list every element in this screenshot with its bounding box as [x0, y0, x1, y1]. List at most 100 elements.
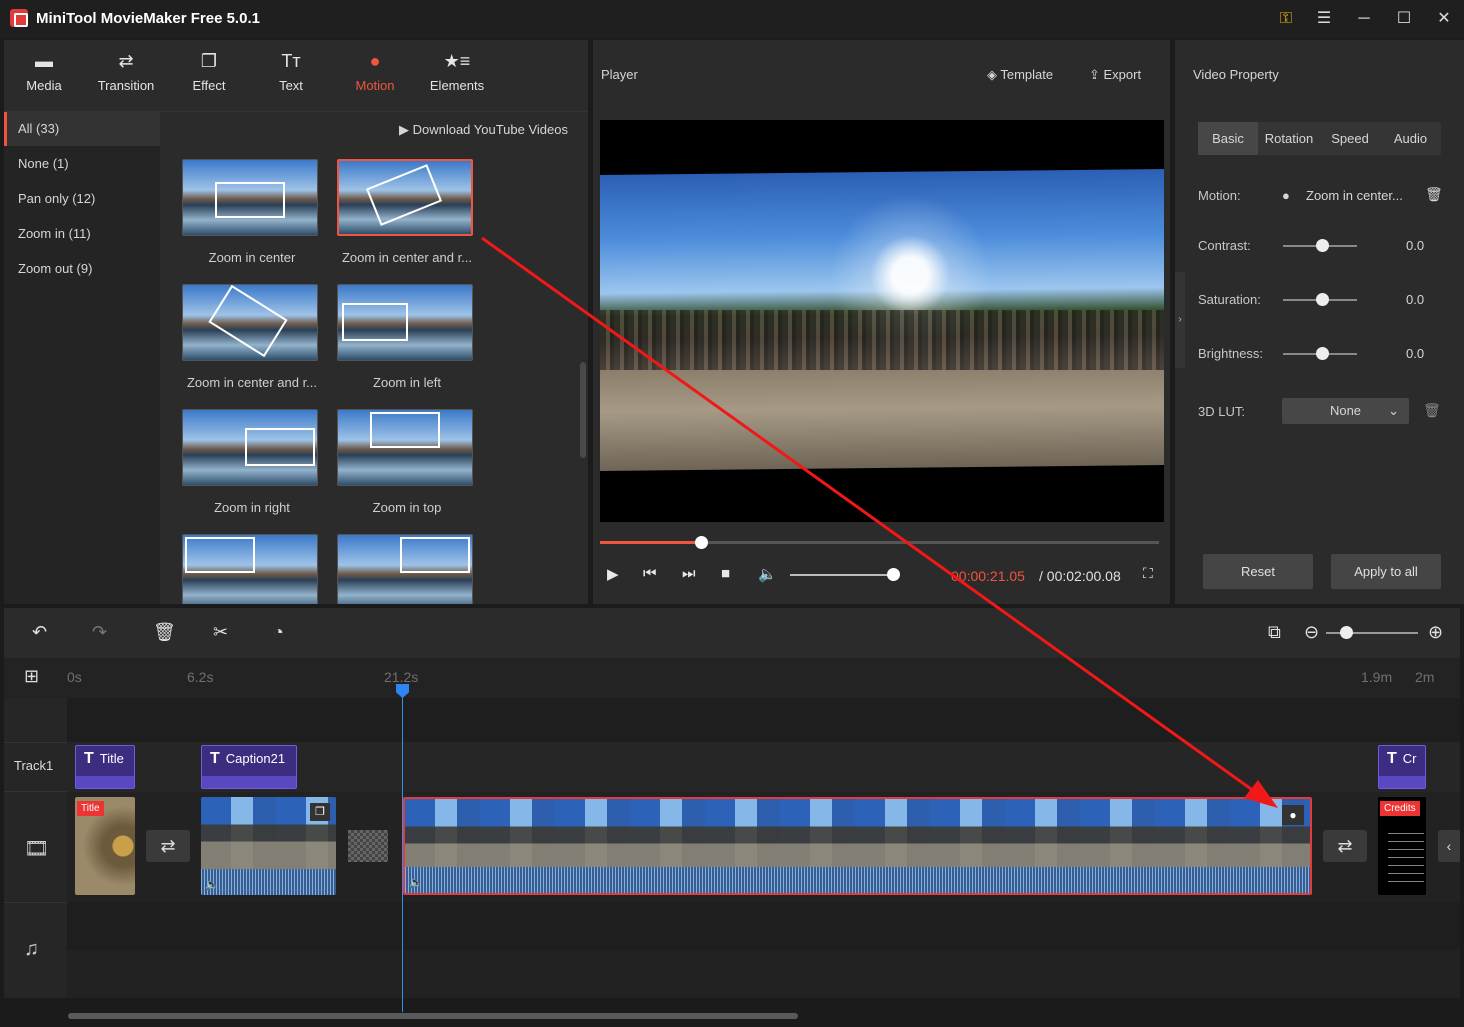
- video-clip-selected[interactable]: 🔈 ●: [403, 797, 1312, 895]
- text-icon: T: [1387, 750, 1397, 767]
- tab-audio[interactable]: Audio: [1380, 122, 1441, 155]
- stop-icon[interactable]: ■: [721, 565, 730, 582]
- transition-slot-2[interactable]: ⇄: [1323, 830, 1367, 862]
- motion-thumb-zoom-in-top[interactable]: Zoom in top: [337, 409, 477, 515]
- saturation-handle[interactable]: [1316, 293, 1329, 306]
- text-icon: T: [84, 750, 94, 767]
- close-icon[interactable]: ✕: [1432, 8, 1456, 30]
- layers-icon: ❐: [200, 51, 218, 71]
- menu-icon[interactable]: ☰: [1312, 8, 1336, 30]
- brightness-handle[interactable]: [1316, 347, 1329, 360]
- audio-waveform: [405, 867, 1310, 893]
- video-clip-credits[interactable]: Credits: [1378, 797, 1426, 895]
- zoom-in-icon[interactable]: ⊕: [1428, 622, 1443, 643]
- category-all[interactable]: All (33): [4, 112, 160, 146]
- download-youtube-link[interactable]: ▶ Download YouTube Videos: [399, 122, 568, 138]
- clip-motion-icon: ❐: [310, 803, 330, 821]
- contrast-handle[interactable]: [1316, 239, 1329, 252]
- fullscreen-icon[interactable]: ⛶: [1143, 565, 1153, 582]
- minimize-icon[interactable]: ─: [1352, 8, 1376, 30]
- tool-transition[interactable]: ⇄ Transition: [86, 50, 166, 93]
- motion-thumb-zoom-in-center-rotate-2[interactable]: Zoom in center and r...: [182, 284, 322, 390]
- motion-thumb-zoom-in-center[interactable]: Zoom in center: [182, 159, 322, 265]
- add-track-icon[interactable]: ⊞: [24, 666, 39, 687]
- tool-media[interactable]: ▬ Media: [4, 50, 84, 93]
- credits-badge: Credits: [1380, 801, 1420, 816]
- brightness-label: Brightness:: [1198, 346, 1264, 361]
- tab-basic[interactable]: Basic: [1198, 122, 1258, 155]
- app-logo-icon: [10, 9, 28, 27]
- volume-handle[interactable]: [887, 568, 900, 581]
- seek-handle[interactable]: [694, 536, 708, 549]
- timeline-ruler[interactable]: ⊞ 0s 6.2s 21.2s 1.9m 2m: [4, 658, 1460, 698]
- previous-frame-icon[interactable]: ⏮: [643, 565, 657, 582]
- ruler-tick: 1.9m: [1361, 669, 1393, 685]
- playhead-line[interactable]: [402, 684, 403, 1012]
- thumbnail: [182, 159, 318, 236]
- transition-slot-1[interactable]: ⇄: [146, 830, 190, 862]
- player-title: Player: [601, 67, 638, 82]
- fit-icon[interactable]: ⧉: [1268, 622, 1281, 643]
- redo-icon[interactable]: ↷: [92, 622, 107, 643]
- video-clip-title[interactable]: Title: [75, 797, 135, 895]
- category-zoom-in[interactable]: Zoom in (11): [4, 217, 160, 251]
- category-pan-only[interactable]: Pan only (12): [4, 182, 160, 216]
- undo-icon[interactable]: ↶: [32, 622, 47, 643]
- text-clip-title[interactable]: T Title: [75, 745, 135, 789]
- split-icon[interactable]: ✂: [213, 622, 228, 643]
- category-none[interactable]: None (1): [4, 147, 160, 181]
- collapse-handle-icon[interactable]: ›: [1175, 272, 1185, 368]
- delete-icon[interactable]: 🗑: [153, 622, 176, 643]
- ruler-tick: 21.2s: [384, 669, 419, 685]
- motion-thumb-zoom-in-center-rotate-1[interactable]: Zoom in center and r...: [337, 159, 477, 265]
- lut-trash-icon[interactable]: 🗑: [1423, 402, 1441, 419]
- timeline-zoom-handle[interactable]: [1340, 626, 1353, 639]
- template-button[interactable]: ◈ Template: [987, 67, 1053, 83]
- maximize-icon[interactable]: ☐: [1392, 8, 1416, 30]
- lut-select[interactable]: None ⌄: [1282, 398, 1409, 424]
- motion-value: Zoom in center...: [1306, 188, 1403, 203]
- text-clip-credits[interactable]: T Cr: [1378, 745, 1426, 789]
- reset-button[interactable]: Reset: [1203, 554, 1313, 589]
- current-time: 00:00:21.05: [951, 568, 1025, 584]
- play-icon[interactable]: ▶: [607, 565, 619, 583]
- clip-volume-icon[interactable]: 🔈: [409, 876, 423, 889]
- ruler-tick: 2m: [1415, 669, 1435, 685]
- empty-transition-slot[interactable]: [348, 830, 388, 862]
- main-toolbar: ▬ Media ⇄ Transition ❐ Effect Tт Text ● …: [4, 40, 588, 112]
- tool-effect[interactable]: ❐ Effect: [169, 50, 249, 93]
- timeline-scrollbar[interactable]: [68, 1013, 798, 1019]
- player-panel: Player ◈ Template ⇪ Export ▶ ⏮ ⏭ ■ 🔈 00:…: [593, 40, 1170, 604]
- zoom-out-icon[interactable]: ⊖: [1304, 622, 1319, 643]
- key-icon[interactable]: ⚿: [1274, 8, 1298, 30]
- motion-thumb-8[interactable]: [337, 534, 477, 604]
- apply-to-all-button[interactable]: Apply to all: [1331, 554, 1441, 589]
- next-frame-icon[interactable]: ⏭: [682, 565, 696, 582]
- motion-thumb-zoom-in-left[interactable]: Zoom in left: [337, 284, 477, 390]
- elements-icon: ★≡: [443, 51, 471, 71]
- timeline-toolbar: ↶ ↷ 🗑 ✂ ◔ ⧉ ⊖ ⊕: [4, 608, 1460, 658]
- tool-elements[interactable]: ★≡ Elements: [417, 50, 497, 93]
- seek-bar[interactable]: [600, 536, 1159, 549]
- trash-icon[interactable]: 🗑: [1425, 186, 1443, 203]
- ruler-tick: 0s: [67, 669, 82, 685]
- volume-icon[interactable]: 🔈: [758, 565, 777, 583]
- category-zoom-out[interactable]: Zoom out (9): [4, 252, 160, 286]
- tool-text[interactable]: Tт Text: [251, 50, 331, 93]
- scroll-right-icon[interactable]: ‹: [1438, 830, 1460, 862]
- export-button[interactable]: ⇪ Export: [1089, 67, 1141, 83]
- property-tabs: Basic Rotation Speed Audio: [1198, 122, 1441, 155]
- text-clip-caption[interactable]: T Caption21: [201, 745, 297, 789]
- tab-rotation[interactable]: Rotation: [1258, 122, 1320, 155]
- motion-thumb-zoom-in-right[interactable]: Zoom in right: [182, 409, 322, 515]
- motion-thumb-7[interactable]: [182, 534, 322, 604]
- video-clip-2[interactable]: 🔈 ❐: [201, 797, 336, 895]
- tab-speed[interactable]: Speed: [1320, 122, 1380, 155]
- volume-slider[interactable]: [790, 574, 893, 576]
- video-preview[interactable]: [600, 120, 1164, 522]
- tool-motion[interactable]: ● Motion: [335, 50, 415, 93]
- swap-icon: ⇄: [118, 51, 134, 71]
- speed-icon[interactable]: ◔: [273, 622, 284, 643]
- clip-volume-icon[interactable]: 🔈: [205, 878, 219, 891]
- grid-scrollbar[interactable]: [580, 362, 586, 458]
